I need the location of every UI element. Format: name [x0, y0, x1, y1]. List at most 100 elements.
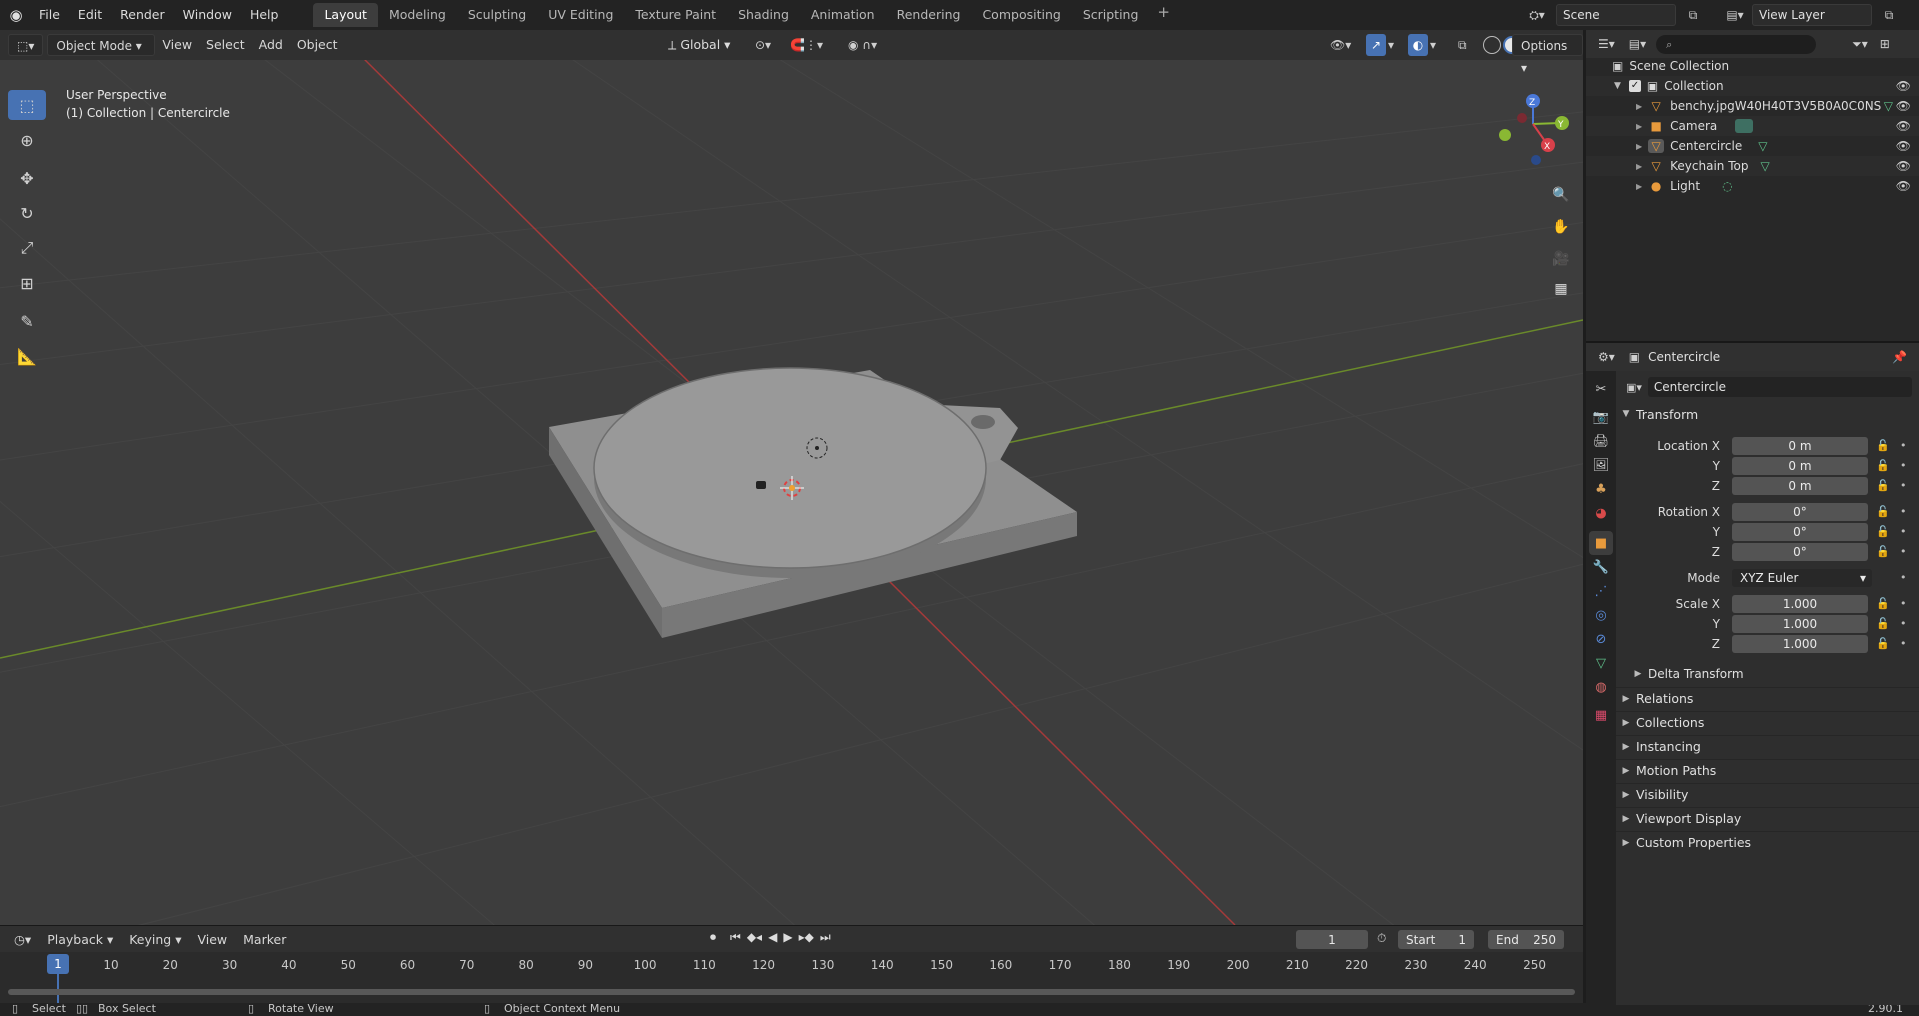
keyframe-dot-icon[interactable]: • — [1900, 571, 1907, 584]
rotation-x-field[interactable]: 0° — [1732, 503, 1868, 521]
pan-hand-icon[interactable]: ✋ — [1547, 214, 1575, 240]
keyframe-dot-icon[interactable]: • — [1900, 505, 1907, 518]
outliner-item-centercircle[interactable]: ▶ ▽ Centercircle ▽ 👁 — [1586, 136, 1919, 156]
collections-section-header[interactable]: ▶ Collections — [1616, 711, 1919, 733]
tab-scripting[interactable]: Scripting — [1072, 3, 1150, 27]
location-x-field[interactable]: 0 m — [1732, 437, 1868, 455]
menu-window[interactable]: Window — [174, 3, 241, 27]
expand-icon[interactable]: ▶ — [1636, 102, 1642, 111]
expand-icon[interactable]: ▶ — [1636, 142, 1642, 151]
timeline-scrollbar[interactable] — [8, 989, 1575, 995]
mesh-data-icon[interactable]: ▽ — [1884, 99, 1893, 113]
tab-compositing[interactable]: Compositing — [971, 3, 1071, 27]
jump-end-icon[interactable]: ⏭ — [820, 930, 831, 945]
viewport-menu-add[interactable]: Add — [252, 34, 290, 56]
blender-logo-icon[interactable]: ◉ — [2, 0, 30, 30]
collection-expand-icon[interactable]: ▼ — [1614, 81, 1621, 91]
material-tab-icon[interactable]: ◍ — [1589, 675, 1613, 699]
measure-tool-icon[interactable]: 📐 — [8, 341, 46, 371]
rotate-tool-icon[interactable]: ↻ — [8, 198, 46, 228]
eye-icon[interactable]: 👁 — [1896, 179, 1911, 193]
add-workspace-button[interactable]: + — [1149, 3, 1178, 27]
frame-ruler[interactable]: 10 20 30 40 50 60 70 80 90 100 110 120 130 140 150 160 1… — [0, 954, 1583, 976]
data-block-type-icon[interactable]: ▣▾ — [1626, 381, 1642, 394]
transform-orientation-dropdown[interactable]: ⟂ Global ▾ — [668, 34, 730, 56]
keyframe-dot-icon[interactable]: • — [1900, 597, 1907, 610]
outliner-collection[interactable]: ▼ ✓ ▣ Collection 👁 — [1586, 76, 1919, 96]
viewport-menu-select[interactable]: Select — [199, 34, 252, 56]
tab-texture-paint[interactable]: Texture Paint — [624, 3, 727, 27]
timeline-menu-keying[interactable]: Keying ▾ — [121, 932, 189, 947]
gizmo-toggle-icon[interactable]: ↗ — [1366, 34, 1386, 56]
overlays-toggle-icon[interactable]: ◐ — [1408, 34, 1428, 56]
editor-type-button[interactable]: ⬚▾ — [8, 34, 44, 56]
instancing-section-header[interactable]: ▶ Instancing — [1616, 735, 1919, 757]
rotation-y-field[interactable]: 0° — [1732, 523, 1868, 541]
next-keyframe-icon[interactable]: ▸◆ — [799, 930, 814, 945]
lock-icon[interactable]: 🔓 — [1876, 479, 1890, 492]
keyframe-dot-icon[interactable]: • — [1900, 525, 1907, 538]
playhead-frame-indicator[interactable]: 1 — [47, 954, 69, 974]
menu-edit[interactable]: Edit — [69, 3, 111, 27]
overlays-dropdown-icon[interactable]: ▾ — [1430, 34, 1436, 56]
lock-icon[interactable]: 🔓 — [1876, 545, 1890, 558]
tab-rendering[interactable]: Rendering — [886, 3, 972, 27]
object-tab-icon[interactable]: ■ — [1589, 531, 1613, 555]
outliner-editor-type-icon[interactable]: ☰▾ — [1598, 37, 1615, 51]
texture-tab-icon[interactable]: ▦ — [1589, 703, 1613, 727]
eye-icon[interactable]: 👁 — [1896, 119, 1911, 133]
camera-view-icon[interactable]: 🎥 — [1547, 246, 1575, 272]
new-scene-icon[interactable]: ⧉ — [1676, 4, 1710, 26]
eye-icon[interactable]: 👁 — [1896, 139, 1911, 153]
lock-icon[interactable]: 🔓 — [1876, 617, 1890, 630]
perspective-toggle-icon[interactable]: ▦ — [1547, 276, 1575, 302]
viewport-menu-view[interactable]: View — [155, 34, 199, 56]
current-frame-field[interactable]: 1 — [1296, 930, 1368, 949]
expand-icon[interactable]: ▶ — [1636, 182, 1642, 191]
prev-keyframe-icon[interactable]: ◆◂ — [747, 930, 762, 945]
transform-section-header[interactable]: ▼ Transform — [1616, 403, 1919, 425]
scale-y-field[interactable]: 1.000 — [1732, 615, 1868, 633]
scale-tool-icon[interactable]: ⤢ — [8, 233, 46, 263]
scene-selector-icon[interactable]: ⛭▾ — [1520, 4, 1554, 26]
relations-section-header[interactable]: ▶ Relations — [1616, 687, 1919, 709]
proportional-edit-icon[interactable]: ◉ ∩▾ — [848, 34, 877, 56]
xray-toggle-icon[interactable]: ⧉ — [1458, 34, 1467, 56]
lock-icon[interactable]: 🔓 — [1876, 637, 1890, 650]
visibility-icon[interactable]: 👁▾ — [1330, 34, 1351, 56]
eye-icon[interactable]: 👁 — [1896, 99, 1911, 113]
mesh-data-icon[interactable]: ▽ — [1758, 139, 1767, 153]
new-view-layer-icon[interactable]: ⧉ — [1872, 4, 1906, 26]
lock-icon[interactable]: 🔓 — [1876, 597, 1890, 610]
data-tab-icon[interactable]: ▽ — [1589, 651, 1613, 675]
stopwatch-icon[interactable]: ⏱ — [1377, 931, 1386, 946]
tab-sculpting[interactable]: Sculpting — [457, 3, 537, 27]
scale-z-field[interactable]: 1.000 — [1732, 635, 1868, 653]
cursor-tool-icon[interactable]: ⊕ — [8, 125, 46, 155]
options-dropdown[interactable]: Options ▾ — [1512, 34, 1583, 75]
outliner-search-input[interactable]: ⌕ — [1656, 34, 1817, 54]
tab-animation[interactable]: Animation — [800, 3, 886, 27]
wireframe-shading-icon[interactable] — [1483, 36, 1501, 54]
outliner-scene-collection[interactable]: ▣ Scene Collection — [1586, 56, 1919, 76]
lock-icon[interactable]: 🔓 — [1876, 525, 1890, 538]
eye-icon[interactable]: 👁 — [1896, 159, 1911, 173]
modifier-tab-icon[interactable]: 🔧 — [1589, 555, 1613, 579]
move-tool-icon[interactable]: ✥ — [8, 163, 46, 193]
pivot-point-icon[interactable]: ⊙▾ — [755, 34, 771, 56]
location-z-field[interactable]: 0 m — [1732, 477, 1868, 495]
outliner-item-light[interactable]: ▶ ● Light ◌ 👁 — [1586, 176, 1919, 196]
tab-layout[interactable]: Layout — [313, 3, 378, 27]
play-icon[interactable]: ▶ — [783, 930, 792, 945]
tab-uv-editing[interactable]: UV Editing — [537, 3, 624, 27]
tab-shading[interactable]: Shading — [727, 3, 800, 27]
constraints-tab-icon[interactable]: ⊘ — [1589, 627, 1613, 651]
viewport-menu-object[interactable]: Object — [290, 34, 345, 56]
menu-file[interactable]: File — [30, 3, 69, 27]
mesh-data-icon[interactable]: ▽ — [1760, 159, 1769, 173]
snap-icon[interactable]: 🧲⋮▾ — [790, 34, 823, 56]
viewport-display-section-header[interactable]: ▶ Viewport Display — [1616, 807, 1919, 829]
menu-help[interactable]: Help — [241, 3, 288, 27]
keyframe-dot-icon[interactable]: • — [1900, 637, 1907, 650]
scale-x-field[interactable]: 1.000 — [1732, 595, 1868, 613]
